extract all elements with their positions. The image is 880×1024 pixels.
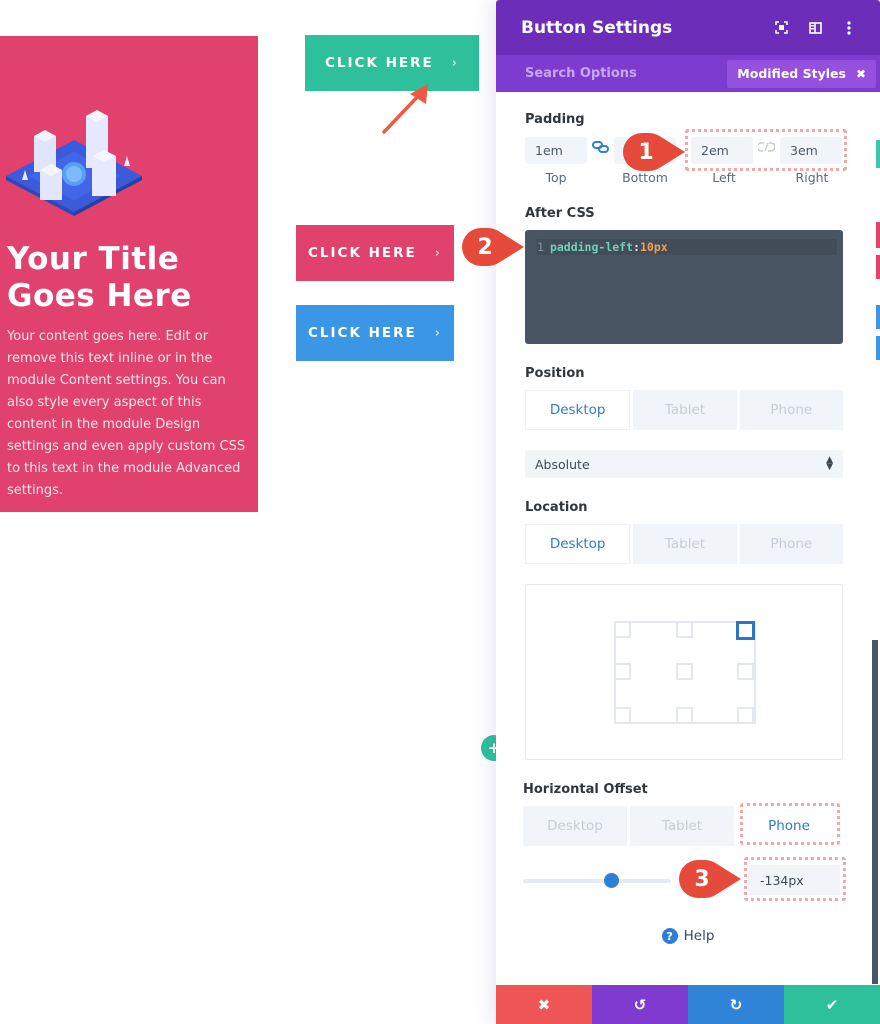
tab-tablet[interactable]: Tablet xyxy=(633,524,737,564)
cancel-button[interactable]: ✖ xyxy=(496,985,592,1024)
tab-tablet[interactable]: Tablet xyxy=(630,806,734,846)
pointer-arrow-icon xyxy=(382,84,428,134)
expand-icon[interactable] xyxy=(764,13,798,43)
tab-desktop[interactable]: Desktop xyxy=(523,806,627,846)
click-here-button-blue[interactable]: CLICK HERE › xyxy=(296,305,454,361)
tab-phone[interactable]: Phone xyxy=(739,524,843,564)
location-top-center[interactable] xyxy=(676,621,693,638)
blurb-content: Your content goes here. Edit or remove t… xyxy=(7,329,246,498)
offset-slider-thumb[interactable] xyxy=(604,873,620,888)
highlight-offset-value xyxy=(744,857,846,901)
help-icon: ? xyxy=(661,928,678,944)
panel-header[interactable]: Button Settings xyxy=(496,0,880,55)
edge-accent xyxy=(876,255,880,279)
blurb-title: Your Title Goes Here xyxy=(7,241,192,314)
location-center[interactable] xyxy=(676,663,693,680)
annotation-badge-2: 2 xyxy=(460,226,526,268)
chevron-right-icon: › xyxy=(451,55,459,71)
location-center-right[interactable] xyxy=(737,663,754,680)
location-bottom-left[interactable] xyxy=(614,707,631,724)
padding-right-caption: Right xyxy=(795,170,829,185)
edge-accent xyxy=(876,222,880,248)
tab-phone[interactable]: Phone xyxy=(739,390,843,430)
location-grid xyxy=(614,621,756,724)
more-options-icon[interactable] xyxy=(832,13,866,43)
modified-styles-label: Modified Styles xyxy=(737,66,846,81)
button-label: CLICK HERE xyxy=(325,55,434,71)
badge-number: 2 xyxy=(477,234,493,260)
help-label: Help xyxy=(683,928,715,944)
redo-icon: ↻ xyxy=(729,995,743,1014)
position-device-tabs: Desktop Tablet Phone xyxy=(525,390,843,430)
panel-scrollbar[interactable] xyxy=(872,640,878,984)
location-bottom-center[interactable] xyxy=(676,707,693,724)
badge-number: 1 xyxy=(638,139,654,165)
after-css-editor[interactable]: 1 padding-left : 10px xyxy=(525,230,843,344)
after-css-label: After CSS xyxy=(525,206,595,221)
position-label: Position xyxy=(525,366,585,381)
link-icon[interactable] xyxy=(592,141,609,157)
highlight-padding-left-right xyxy=(685,129,847,171)
city-illustration-icon xyxy=(6,110,142,216)
edge-accent xyxy=(876,140,880,168)
position-select[interactable]: Absolute ▲ ▼ xyxy=(525,450,843,478)
annotation-badge-1: 1 xyxy=(621,131,687,173)
canvas: Your Title Goes Here Your content goes h… xyxy=(0,0,880,1024)
close-icon[interactable]: ✖ xyxy=(856,67,866,81)
css-property: padding-left xyxy=(549,240,634,254)
undo-icon: ↺ xyxy=(633,995,647,1014)
horizontal-offset-label: Horizontal Offset xyxy=(523,782,648,797)
css-value: 10px xyxy=(639,240,668,254)
tab-desktop[interactable]: Desktop xyxy=(525,524,631,564)
highlight-phone-tab xyxy=(740,803,840,845)
location-picker xyxy=(525,584,843,760)
click-here-button-pink[interactable]: CLICK HERE › xyxy=(296,225,454,281)
padding-top-input[interactable]: 1em xyxy=(525,137,587,164)
offset-slider-track[interactable] xyxy=(523,879,671,883)
redo-button[interactable]: ↻ xyxy=(688,985,784,1024)
padding-label: Padding xyxy=(525,112,585,127)
undo-button[interactable]: ↺ xyxy=(592,985,688,1024)
blurb-module[interactable]: Your Title Goes Here Your content goes h… xyxy=(0,36,258,512)
location-top-left[interactable] xyxy=(614,621,631,638)
padding-left-caption: Left xyxy=(712,170,736,185)
panel-subheader: Search Options Modified Styles ✖ xyxy=(496,55,880,92)
checkmark-icon: ✔ xyxy=(825,995,839,1014)
modified-styles-filter[interactable]: Modified Styles ✖ xyxy=(727,59,876,88)
location-bottom-right[interactable] xyxy=(737,707,754,724)
location-label: Location xyxy=(525,500,588,515)
chevron-right-icon: › xyxy=(434,245,442,261)
edge-accent xyxy=(876,305,880,329)
code-line: 1 padding-left : 10px xyxy=(537,239,837,255)
tab-tablet[interactable]: Tablet xyxy=(633,390,737,430)
panel-footer: ✖ ↺ ↻ ✔ xyxy=(496,985,880,1024)
help-link[interactable]: ? Help xyxy=(496,928,880,944)
chevron-right-icon: › xyxy=(434,325,442,341)
save-button[interactable]: ✔ xyxy=(784,985,880,1024)
css-colon: : xyxy=(633,240,640,254)
line-number: 1 xyxy=(537,240,544,254)
tab-desktop[interactable]: Desktop xyxy=(525,390,631,430)
panel-title: Button Settings xyxy=(521,17,673,38)
location-top-right[interactable] xyxy=(736,621,755,640)
badge-number: 3 xyxy=(694,866,710,892)
button-label: CLICK HERE xyxy=(308,325,417,341)
location-device-tabs: Desktop Tablet Phone xyxy=(525,524,843,564)
position-select-value: Absolute xyxy=(535,456,590,472)
padding-top-caption: Top xyxy=(545,170,567,185)
close-icon: ✖ xyxy=(537,995,551,1014)
annotation-badge-3: 3 xyxy=(677,858,743,900)
search-options-input[interactable]: Search Options xyxy=(525,66,727,81)
location-center-left[interactable] xyxy=(614,663,631,680)
button-label: CLICK HERE xyxy=(308,245,417,261)
split-view-icon[interactable] xyxy=(798,13,832,43)
select-arrows-icon: ▲ ▼ xyxy=(826,455,833,472)
edge-accent xyxy=(876,336,880,360)
